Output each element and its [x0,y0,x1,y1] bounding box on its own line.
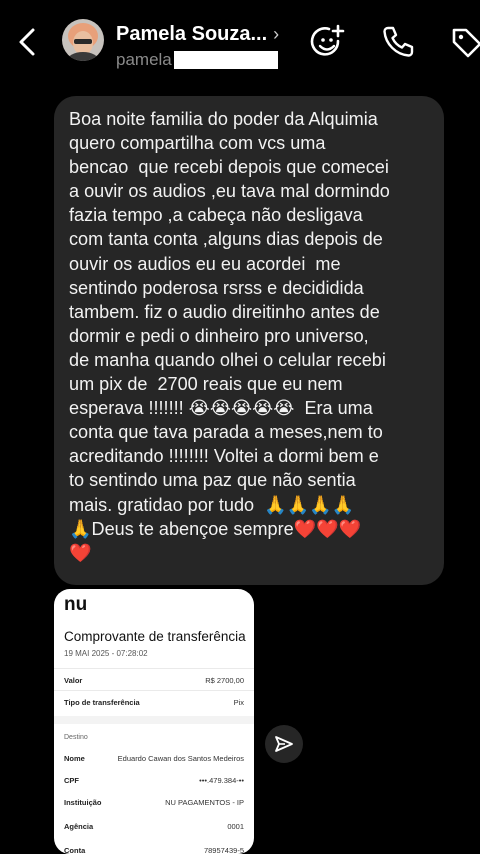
message-line: a ouvir os audios ,eu tava mal dormindo [69,181,390,202]
message-line: esperava !!!!!!! 😭😭😭😭😭 Era uma [69,398,373,419]
receipt-row: Valor R$ 2700,00 [64,676,244,685]
svg-text:nu: nu [64,595,87,613]
message-line: 🙏Deus te abençoe sempre❤️❤️❤️ [69,518,362,539]
divider [54,668,254,669]
message-line: sentindo poderosa rsrss e decididida [69,277,364,298]
chat-header: Pamela Souza... › pamela [0,0,480,86]
message-line: dormir e pedi o dinheiro pro universo, [69,325,369,346]
message-line: Boa noite familia do poder da Alquimia [69,109,378,129]
avatar[interactable] [62,19,104,61]
destino-label: Destino [64,734,88,741]
receipt-row: Nome Eduardo Cawan dos Santos Medeiros [64,754,244,763]
message-line: bencao que recebi depois que comecei [69,157,389,178]
message-line: to sentindo uma paz que não sentia [69,470,356,491]
contact-name[interactable]: Pamela Souza... [116,23,267,46]
redaction-bar [173,51,278,69]
message-line: acreditando !!!!!!!! Voltei a dormi bem … [69,446,379,467]
message-line: ouvir os audios eu eu acordei me [69,253,341,274]
username-row: pamela [116,48,278,72]
message-bubble[interactable]: Boa noite familia do poder da Alquimia q… [54,96,444,585]
message-line: quero compartilha com vcs uma [69,133,326,154]
share-button[interactable] [265,725,303,763]
message-line: fazia tempo ,a cabeça não desligava [69,205,363,226]
message-line: ❤️ [69,542,92,563]
message-line: conta que tava parada a meses,nem to [69,422,383,443]
tag-icon[interactable] [446,22,480,62]
section-gap [54,716,254,724]
phone-icon[interactable] [378,22,418,62]
message-line: de manha quando olhei o celular recebi [69,349,386,370]
contact-name-row[interactable]: Pamela Souza... › [116,20,279,48]
message-line: tambem. fiz o audio direitinho antes de [69,301,380,322]
receipt-row: Agência 0001 [64,822,244,831]
receipt-row: Instituição NU PAGAMENTOS - IP [64,798,244,807]
receipt-row: CPF •••.479.384-•• [64,776,244,785]
back-icon[interactable] [14,26,42,58]
receipt-row: Conta 78957439-5 [64,846,244,854]
receipt-date: 19 MAI 2025 - 07:28:02 [64,649,148,658]
receipt-image[interactable]: nu Comprovante de transferência 19 MAI 2… [54,589,254,854]
nu-logo: nu [64,595,87,613]
receipt-row: Tipo de transferência Pix [64,698,244,707]
contact-username: pamela [116,50,172,69]
chevron-right-icon: › [273,23,280,44]
send-icon [275,736,293,752]
message-line: mais. gratidao por tudo 🙏🙏🙏🙏 [69,494,355,515]
receipt-title: Comprovante de transferência [64,629,246,644]
message-line: um pix de 2700 reais que eu nem [69,374,343,395]
add-emoji-icon[interactable] [308,22,348,62]
message-line: com tanta conta ,alguns dias depois de [69,229,383,250]
divider [54,690,254,691]
